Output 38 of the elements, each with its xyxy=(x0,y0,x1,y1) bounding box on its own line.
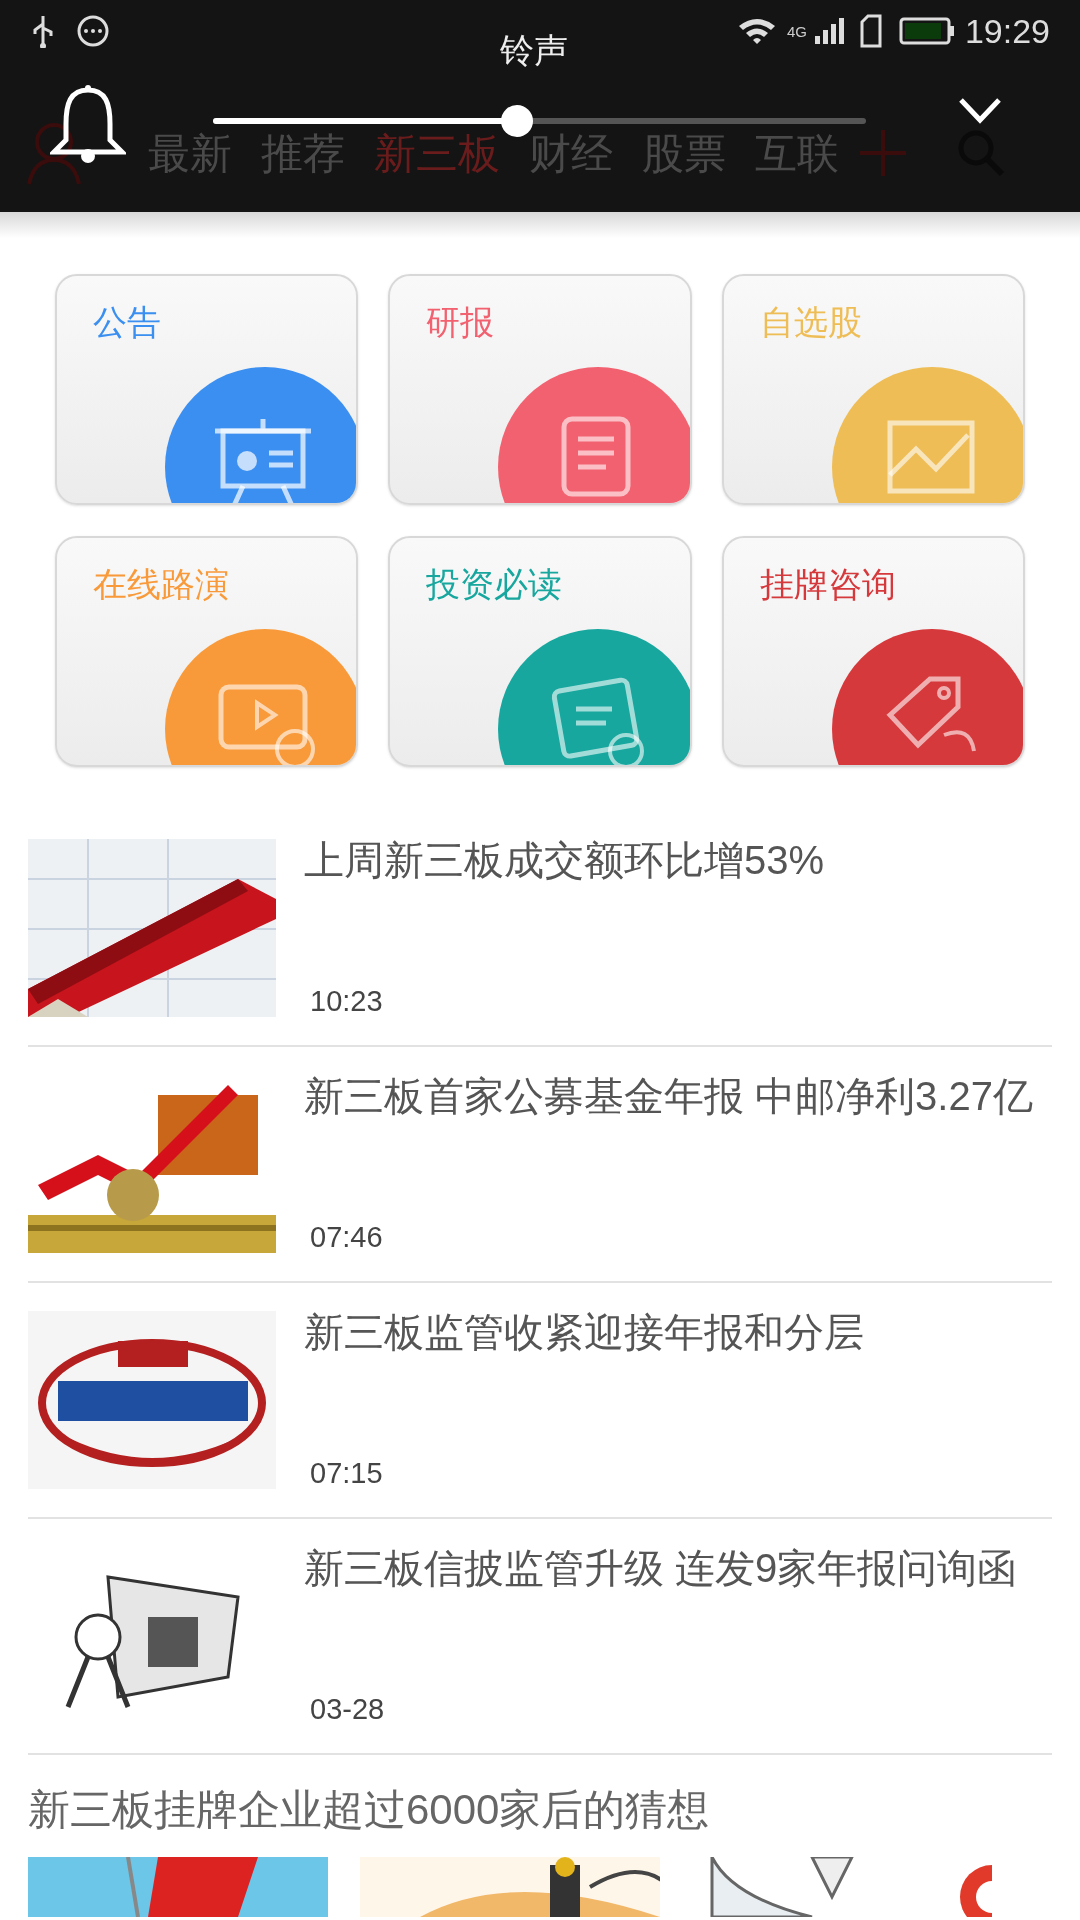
category-icon xyxy=(831,367,1023,503)
news-title[interactable]: 新三板监管收紧迎接年报和分层 xyxy=(304,1307,1049,1358)
category-card[interactable]: 公告 xyxy=(55,274,359,505)
more-icon xyxy=(76,14,110,48)
category-icon xyxy=(831,629,1023,765)
category-label: 投资必读 xyxy=(426,564,563,604)
category-label: 研报 xyxy=(426,302,495,342)
category-label: 公告 xyxy=(93,302,161,342)
news-time: 03-28 xyxy=(310,1691,386,1727)
news-time: 07:46 xyxy=(310,1219,384,1255)
news-time: 07:15 xyxy=(310,1455,384,1491)
category-card[interactable]: 自选股 xyxy=(721,274,1025,505)
network-type: 4G xyxy=(786,23,808,39)
category-icon xyxy=(498,629,690,765)
signal-icon xyxy=(812,16,847,46)
category-card[interactable]: 研报 xyxy=(388,274,692,505)
category-label: 挂牌咨询 xyxy=(759,564,896,604)
news-title[interactable]: 新三板首家公募基金年报 中邮净利3.27亿 xyxy=(304,1071,1049,1122)
category-label: 自选股 xyxy=(759,302,862,342)
battery-icon xyxy=(898,16,955,46)
news-title[interactable]: 新三板信披监管升级 连发9家年报问询函 xyxy=(304,1543,1049,1594)
category-card[interactable]: 投资必读 xyxy=(388,536,692,767)
sim-card-icon xyxy=(858,14,883,48)
category-label: 在线路演 xyxy=(93,564,229,604)
nav-tab[interactable]: 新三板 xyxy=(374,121,500,185)
category-icon xyxy=(165,367,357,503)
news-title[interactable]: 上周新三板成交额环比增53% xyxy=(304,835,1049,886)
category-icon xyxy=(498,367,690,503)
category-icon xyxy=(165,629,357,765)
volume-title: 铃声 xyxy=(500,30,568,70)
clock: 19:29 xyxy=(964,10,1050,52)
category-card[interactable]: 挂牌咨询 xyxy=(721,536,1025,767)
news-time: 10:23 xyxy=(310,983,384,1019)
chevron-down-icon[interactable] xyxy=(957,96,1003,126)
bell-icon xyxy=(50,84,126,164)
category-card[interactable]: 在线路演 xyxy=(55,536,359,767)
user-icon[interactable] xyxy=(26,120,82,186)
feature-title[interactable]: 新三板挂牌企业超过6000家后的猜想 xyxy=(28,1785,1052,1835)
